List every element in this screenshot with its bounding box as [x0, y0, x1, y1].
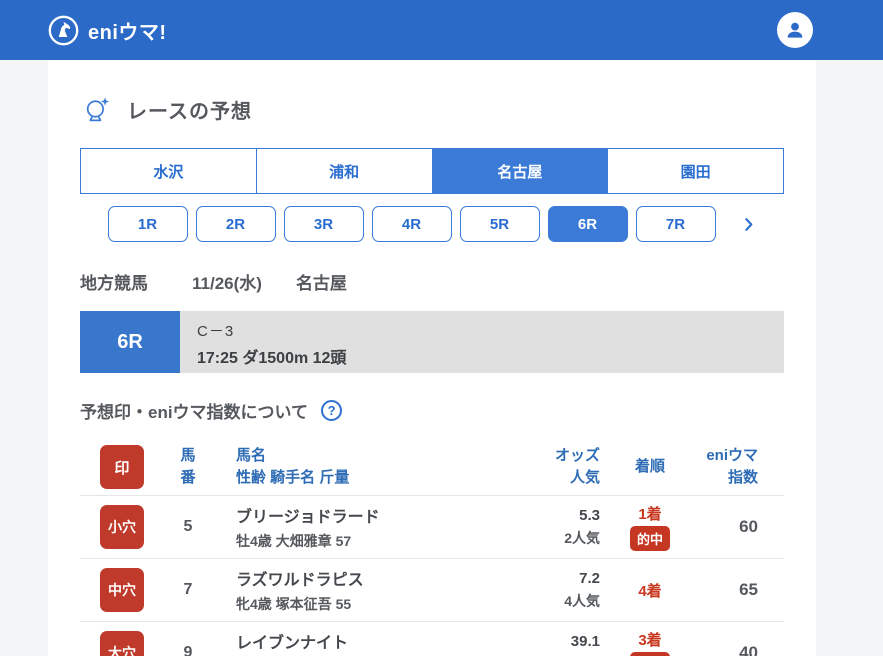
- header-index-line1: eniウマ: [706, 447, 758, 465]
- app-logo-text: eniウマ!: [88, 21, 167, 44]
- row-odds-cell: 39.1 9人気: [450, 633, 600, 656]
- about-line: 予想印・eniウマ指数について ?: [80, 398, 784, 423]
- odds-value: 39.1: [570, 632, 600, 650]
- horse-detail: 牡4歳 大畑雅章 57: [236, 533, 352, 549]
- page-title: レースの予想: [127, 100, 252, 123]
- venue-tab-mizusawa[interactable]: 水沢: [81, 149, 256, 193]
- header-odds-cell: オッズ 人気: [450, 445, 600, 489]
- header-name-line1: 馬名: [236, 447, 267, 465]
- venue-tab-urawa[interactable]: 浦和: [255, 149, 432, 193]
- help-icon[interactable]: ?: [321, 400, 343, 421]
- race-tab-3r[interactable]: 3R: [283, 206, 364, 242]
- crystal-ball-icon: [82, 94, 112, 124]
- horse-number: 9: [183, 644, 193, 656]
- popularity-value: 4人気: [564, 592, 600, 609]
- row-mark-cell: 大穴: [80, 631, 164, 656]
- row-odds-cell: 7.2 4人気: [450, 570, 600, 611]
- row-result-cell: 1着 的中: [600, 503, 700, 551]
- horse-in-circle-icon: [48, 15, 79, 46]
- row-name-cell: ラズワルドラピス 牝4歳 塚本征吾 55: [212, 566, 450, 614]
- race-tab-1r[interactable]: 1R: [107, 206, 188, 242]
- eniuma-index-value: 40: [739, 643, 758, 656]
- race-category-label: 地方競馬: [80, 274, 148, 293]
- chevron-right-icon: [740, 216, 757, 233]
- race-meta-line: 地方競馬 11/26(水) 名古屋: [80, 269, 784, 294]
- venue-tab-nagoya[interactable]: 名古屋: [431, 149, 608, 193]
- race-tab-5r[interactable]: 5R: [459, 206, 540, 242]
- hit-badge: 的中: [629, 652, 670, 656]
- mark-badge: 中穴: [100, 568, 144, 612]
- header-name-line2: 性齢 騎手名 斤量: [236, 469, 350, 486]
- header-index-line2: 指数: [727, 469, 758, 486]
- race-tabs-next-button[interactable]: [740, 216, 757, 233]
- venue-tab-bar: 水沢 浦和 名古屋 園田: [80, 148, 784, 194]
- race-details-label: 17:25 ダ1500m 12頭: [197, 350, 347, 367]
- row-index-cell: 60: [700, 517, 784, 537]
- row-number-cell: 5: [164, 518, 212, 536]
- app-logo[interactable]: eniウマ!: [48, 15, 167, 46]
- table-row[interactable]: 中穴 7 ラズワルドラピス 牝4歳 塚本征吾 55 7.2 4人気 4着 65: [80, 559, 784, 622]
- header-mark-cell: 印: [80, 445, 164, 489]
- odds-value: 5.3: [579, 506, 600, 524]
- race-number-tab-bar: 1R 2R 3R 4R 5R 6R 7R: [80, 206, 784, 242]
- hit-badge: 的中: [629, 526, 670, 551]
- mark-column-badge: 印: [100, 445, 144, 489]
- popularity-value: 2人気: [564, 529, 600, 546]
- race-class-label: C－3: [197, 323, 235, 340]
- race-date-label: 11/26(水): [192, 274, 262, 293]
- race-tab-7r[interactable]: 7R: [635, 206, 716, 242]
- horse-name: レイブンナイト: [236, 635, 349, 652]
- user-avatar-button[interactable]: [777, 12, 813, 48]
- table-header-row: 印 馬 番 馬名 性齢 騎手名 斤量 オッズ 人気 着順 eniウマ 指数: [80, 439, 784, 496]
- header-number-line2: 番: [180, 469, 196, 486]
- race-prediction-card: レースの予想 水沢 浦和 名古屋 園田 1R 2R 3R 4R 5R 6R 7R…: [48, 60, 816, 656]
- table-row[interactable]: 小穴 5 ブリージョドラード 牡4歳 大畑雅章 57 5.3 2人気 1着 的中…: [80, 496, 784, 559]
- table-row[interactable]: 大穴 9 レイブンナイト 牡3歳 丹羽克輝 57 39.1 9人気 3着 的中 …: [80, 622, 784, 656]
- race-tab-4r[interactable]: 4R: [371, 206, 452, 242]
- odds-value: 7.2: [579, 569, 600, 587]
- top-navigation-bar: eniウマ!: [0, 0, 883, 60]
- race-banner-body: C－3 17:25 ダ1500m 12頭: [180, 311, 784, 373]
- row-name-cell: ブリージョドラード 牡4歳 大畑雅章 57: [212, 503, 450, 551]
- race-tab-2r[interactable]: 2R: [195, 206, 276, 242]
- row-mark-cell: 中穴: [80, 568, 164, 612]
- user-icon: [783, 18, 807, 42]
- header-number-line1: 馬: [180, 447, 196, 465]
- horse-name: ラズワルドラピス: [236, 572, 364, 589]
- row-number-cell: 9: [164, 644, 212, 656]
- row-name-cell: レイブンナイト 牡3歳 丹羽克輝 57: [212, 629, 450, 656]
- finish-position: 3着: [638, 632, 662, 649]
- about-label: 予想印・eniウマ指数について: [80, 403, 309, 422]
- race-tab-6r[interactable]: 6R: [547, 206, 628, 242]
- row-result-cell: 3着 的中: [600, 629, 700, 656]
- venue-tab-sonoda[interactable]: 園田: [607, 149, 783, 193]
- row-result-cell: 4着: [600, 580, 700, 601]
- row-index-cell: 65: [700, 580, 784, 600]
- row-odds-cell: 5.3 2人気: [450, 507, 600, 548]
- mark-badge: 小穴: [100, 505, 144, 549]
- eniuma-index-value: 65: [739, 580, 758, 599]
- row-mark-cell: 小穴: [80, 505, 164, 549]
- horse-detail: 牝4歳 塚本征吾 55: [236, 596, 352, 612]
- race-number-badge: 6R: [80, 311, 180, 373]
- horse-number: 7: [183, 581, 193, 598]
- prediction-table: 印 馬 番 馬名 性齢 騎手名 斤量 オッズ 人気 着順 eniウマ 指数 小穴…: [80, 439, 784, 656]
- horse-number: 5: [183, 518, 193, 535]
- header-odds-line1: オッズ: [554, 447, 600, 465]
- finish-position: 4着: [638, 582, 662, 600]
- row-number-cell: 7: [164, 581, 212, 599]
- section-title-row: レースの予想: [82, 94, 784, 124]
- header-odds-line2: 人気: [569, 469, 600, 486]
- header-result-cell: 着順: [634, 458, 665, 476]
- header-name-cell: 馬名 性齢 騎手名 斤量: [212, 445, 450, 489]
- race-venue-label: 名古屋: [295, 274, 347, 293]
- row-index-cell: 40: [700, 643, 784, 656]
- finish-position: 1着: [638, 506, 662, 523]
- header-index-cell: eniウマ 指数: [700, 445, 784, 489]
- race-banner[interactable]: 6R C－3 17:25 ダ1500m 12頭: [80, 311, 784, 373]
- horse-name: ブリージョドラード: [236, 509, 380, 526]
- header-number-cell: 馬 番: [164, 445, 212, 489]
- mark-badge: 大穴: [100, 631, 144, 656]
- eniuma-index-value: 60: [739, 517, 758, 536]
